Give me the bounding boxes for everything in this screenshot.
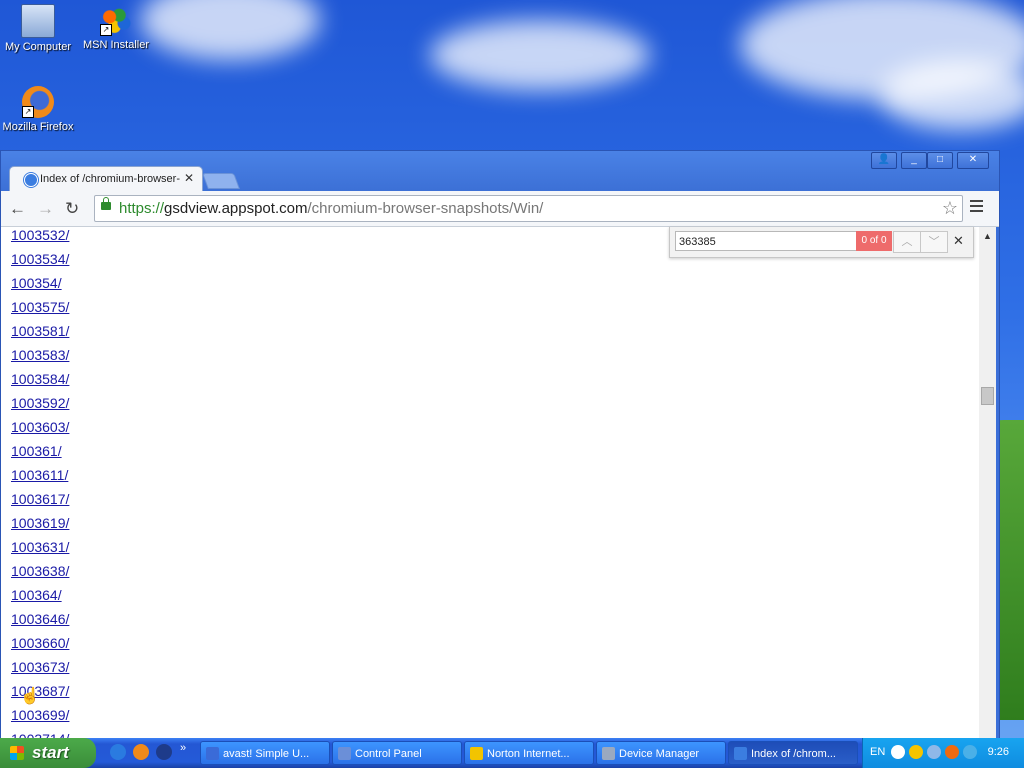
find-count: 0 of 0 (856, 231, 892, 251)
directory-link[interactable]: 1003646/ (11, 607, 69, 631)
desktop-icon-my-computer[interactable]: My Computer (0, 4, 76, 53)
hand-cursor-icon: ☝ (20, 688, 40, 705)
taskbar-item-label: avast! Simple U... (223, 748, 310, 760)
firefox-icon: ↗ (22, 86, 54, 118)
minimize-button[interactable]: _ (901, 152, 927, 169)
quicklaunch-more-icon[interactable]: » (180, 742, 186, 754)
shortcut-arrow-icon: ↗ (100, 24, 112, 36)
language-indicator[interactable]: EN (870, 746, 885, 758)
app-icon (206, 747, 219, 760)
find-bar: 363385 0 of 0 ︿ ﹀ ✕ (669, 227, 974, 258)
shortcut-arrow-icon: ↗ (22, 106, 34, 118)
tab-active[interactable]: Index of /chromium-browser-snapshots/Win… (9, 166, 203, 192)
taskbar-item-label: Norton Internet... (487, 748, 570, 760)
directory-link[interactable]: 100361/ (11, 439, 69, 463)
directory-link[interactable]: 1003532/ (11, 227, 69, 247)
network-icon[interactable] (963, 745, 977, 759)
reload-icon[interactable]: ↻ (65, 199, 79, 219)
app-icon (470, 747, 483, 760)
taskbar-item-label: Index of /chrom... (751, 748, 836, 760)
quicklaunch-icon[interactable] (156, 744, 172, 760)
taskbar-item[interactable]: Device Manager (596, 741, 726, 765)
start-button[interactable]: start (0, 738, 96, 768)
lock-icon (101, 197, 111, 210)
favicon-icon (24, 173, 38, 187)
norton-icon[interactable] (909, 745, 923, 759)
taskbar-item-label: Device Manager (619, 748, 700, 760)
taskbar-item-label: Control Panel (355, 748, 422, 760)
directory-link[interactable]: 1003617/ (11, 487, 69, 511)
taskbar-item[interactable]: Norton Internet... (464, 741, 594, 765)
page-content: 1003532/1003534/100354/1003575/1003581/1… (1, 227, 979, 739)
taskbar: start » avast! Simple U... Control Panel N… (0, 738, 1024, 768)
title-bar: 👤 _ □ ✕ Index of /chromium-browser-snaps… (1, 151, 999, 192)
directory-link[interactable]: 1003534/ (11, 247, 69, 271)
cloud (430, 20, 650, 90)
close-window-button[interactable]: ✕ (957, 152, 989, 169)
cloud (880, 60, 1024, 130)
cloud (140, 0, 320, 60)
taskbar-item[interactable]: avast! Simple U... (200, 741, 330, 765)
desktop-icon-label: Mozilla Firefox (2, 121, 74, 133)
forward-icon[interactable]: → (37, 199, 54, 219)
find-close-icon[interactable]: ✕ (953, 233, 964, 249)
find-previous-icon[interactable]: ︿ (893, 231, 921, 253)
scroll-up-icon[interactable]: ▲ (983, 231, 992, 241)
firefox-icon[interactable] (133, 744, 149, 760)
directory-link[interactable]: 1003673/ (11, 655, 69, 679)
taskbar-item[interactable]: Control Panel (332, 741, 462, 765)
windows-flag-icon (10, 746, 24, 760)
info-icon[interactable] (927, 745, 941, 759)
app-icon (602, 747, 615, 760)
ie-icon[interactable] (110, 744, 126, 760)
app-icon (338, 747, 351, 760)
desktop-icon-label: My Computer (4, 41, 72, 53)
find-input[interactable]: 363385 (675, 231, 857, 251)
new-tab-button[interactable] (202, 173, 240, 189)
taskbar-item[interactable]: Index of /chrom... (728, 741, 858, 765)
directory-link[interactable]: 1003611/ (11, 463, 69, 487)
tray-arrow-icon[interactable] (891, 745, 905, 759)
bookmark-star-icon[interactable]: ☆ (942, 198, 958, 219)
app-icon (734, 747, 747, 760)
address-bar[interactable]: https://gsdview.appspot.com/chromium-bro… (94, 195, 963, 222)
back-icon[interactable]: ← (9, 199, 26, 219)
url-text: https://gsdview.appspot.com/chromium-bro… (119, 200, 544, 217)
directory-link[interactable]: 1003603/ (11, 415, 69, 439)
desktop-icon-firefox[interactable]: ↗ Mozilla Firefox (0, 86, 76, 133)
directory-link[interactable]: 1003583/ (11, 343, 69, 367)
directory-link[interactable]: 100364/ (11, 583, 69, 607)
avast-icon[interactable] (945, 745, 959, 759)
maximize-button[interactable]: □ (927, 152, 953, 169)
vertical-scrollbar[interactable]: ▲ (979, 227, 996, 739)
desktop-icon-msn-installer[interactable]: ↗ MSN Installer (78, 4, 154, 51)
browser-window: 👤 _ □ ✕ Index of /chromium-browser-snaps… (0, 150, 1000, 740)
directory-link[interactable]: 1003699/ (11, 703, 69, 727)
directory-link[interactable]: 1003584/ (11, 367, 69, 391)
clock: 9:26 (987, 746, 1009, 758)
computer-icon (21, 4, 55, 38)
find-next-icon[interactable]: ﹀ (920, 231, 948, 253)
directory-list: 1003532/1003534/100354/1003575/1003581/1… (11, 227, 69, 739)
msn-butterfly-icon: ↗ (100, 4, 132, 36)
close-tab-icon[interactable]: ✕ (184, 171, 194, 185)
directory-link[interactable]: 1003592/ (11, 391, 69, 415)
directory-link[interactable]: 1003660/ (11, 631, 69, 655)
directory-link[interactable]: 1003619/ (11, 511, 69, 535)
system-tray: EN 9:26 (862, 738, 1024, 768)
profile-button[interactable]: 👤 (871, 152, 897, 169)
menu-icon[interactable] (970, 200, 983, 215)
directory-link[interactable]: 1003575/ (11, 295, 69, 319)
directory-link[interactable]: 1003581/ (11, 319, 69, 343)
directory-link[interactable]: 100354/ (11, 271, 69, 295)
tab-title: Index of /chromium-browser-snapshots/Win… (40, 173, 180, 185)
browser-toolbar: ← → ↻ https://gsdview.appspot.com/chromi… (1, 191, 999, 227)
desktop-icon-label: MSN Installer (82, 39, 150, 51)
scroll-thumb[interactable] (981, 387, 994, 405)
directory-link[interactable]: 1003638/ (11, 559, 69, 583)
directory-link[interactable]: 1003631/ (11, 535, 69, 559)
